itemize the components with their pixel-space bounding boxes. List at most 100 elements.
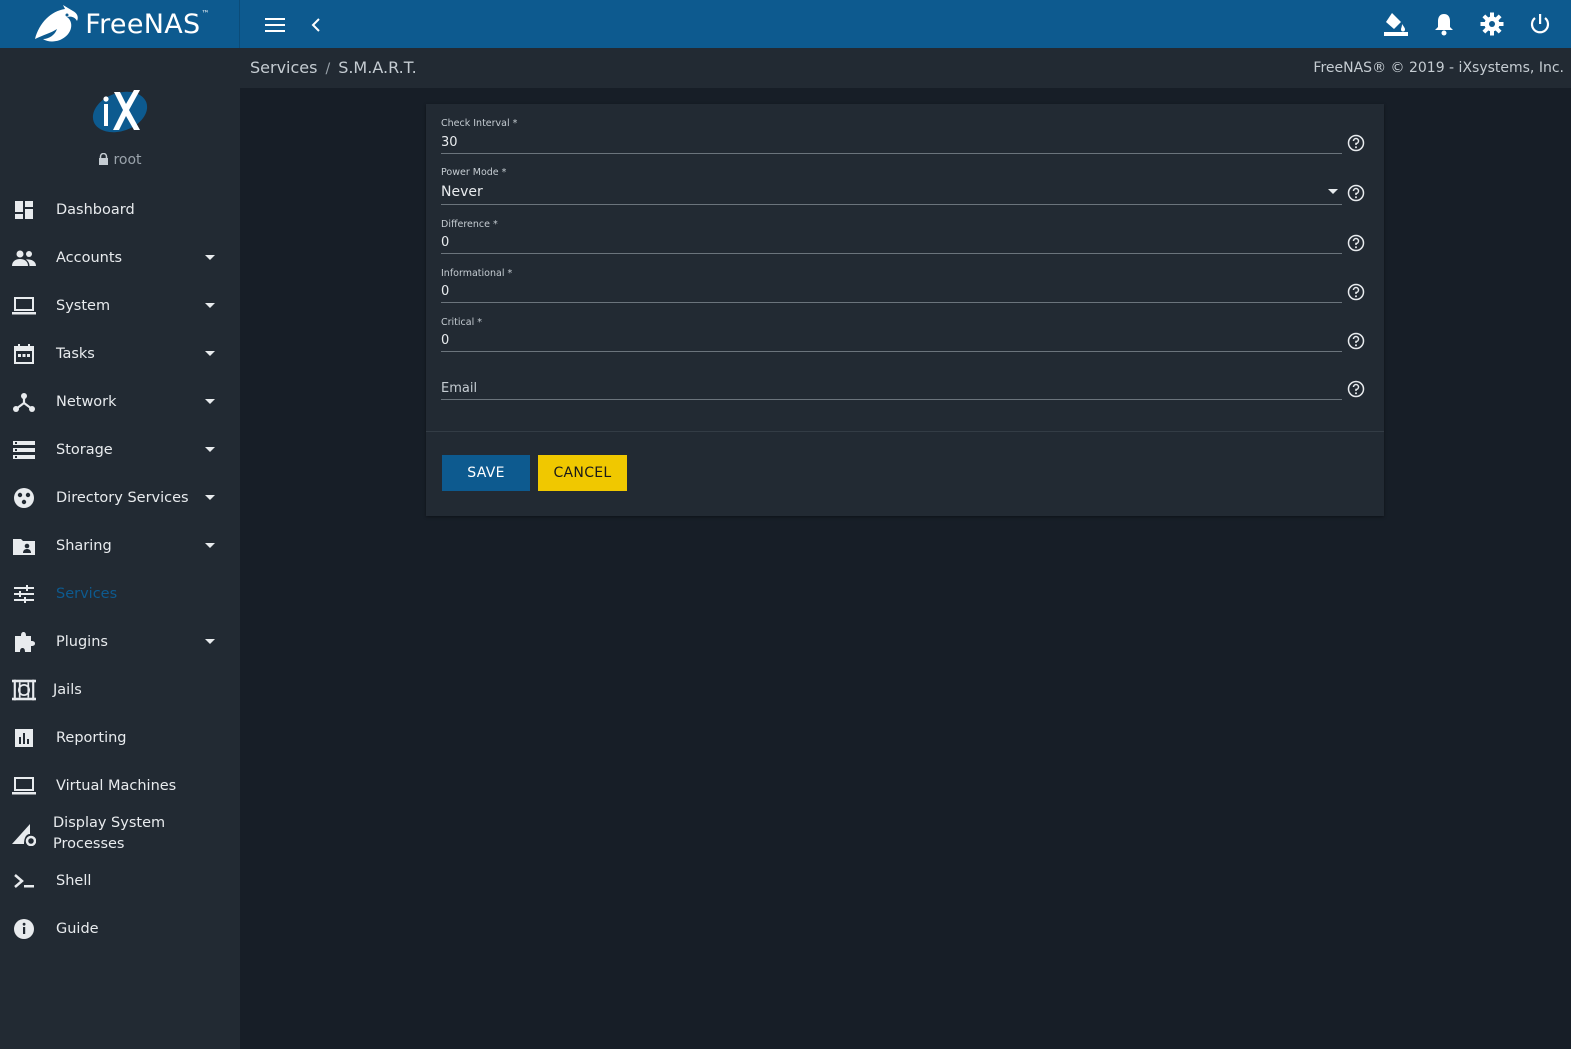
power-mode-select[interactable]: Power Mode * Never [441, 167, 1342, 205]
sidebar-item-directory-services[interactable]: Directory Services [0, 474, 240, 522]
ixsystems-logo-icon [92, 90, 148, 133]
chevron-left-icon[interactable] [304, 12, 328, 38]
caret-down-icon [205, 543, 215, 548]
field-underline [441, 204, 1342, 205]
sidebar-item-jails[interactable]: Jails [0, 666, 240, 714]
user-profile: root [0, 48, 240, 183]
gear-icon[interactable] [1479, 10, 1505, 38]
caret-down-icon [205, 255, 215, 260]
critical-field[interactable]: Critical * 0 [441, 317, 1342, 352]
network-icon [12, 390, 36, 414]
sidebar-item-label: Guide [56, 921, 99, 937]
storage-icon [12, 438, 36, 462]
sidebar-item-label: Reporting [56, 730, 127, 746]
field-underline [441, 153, 1342, 154]
sidebar-item-reporting[interactable]: Reporting [0, 714, 240, 762]
sidebar-item-label: Storage [56, 442, 113, 458]
breadcrumb-separator: / [325, 61, 331, 77]
info-icon [12, 917, 36, 941]
field-underline [441, 302, 1342, 303]
theme-paint-icon[interactable] [1383, 10, 1409, 38]
field-underline [441, 399, 1342, 400]
breadcrumb: Services / S.M.A.R.T. [250, 58, 417, 77]
sidebar-item-sharing[interactable]: Sharing [0, 522, 240, 570]
sidebar-item-network[interactable]: Network [0, 378, 240, 426]
laptop-icon [12, 294, 36, 318]
power-mode-value: Never [441, 184, 483, 200]
smart-settings-card: Check Interval * 30 Power Mode * Never D… [426, 104, 1384, 516]
check-interval-input[interactable]: 30 [441, 135, 458, 150]
sidebar-item-shell[interactable]: Shell [0, 857, 240, 905]
difference-field[interactable]: Difference * 0 [441, 219, 1342, 254]
field-label: Difference * [441, 219, 498, 230]
sidebar-item-storage[interactable]: Storage [0, 426, 240, 474]
sidebar-item-label: Dashboard [56, 202, 135, 218]
informational-field[interactable]: Informational * 0 [441, 268, 1342, 303]
help-icon[interactable] [1347, 380, 1365, 398]
laptop-icon [12, 774, 36, 798]
field-label: Critical * [441, 317, 482, 328]
field-label: Informational * [441, 268, 513, 279]
bell-icon[interactable] [1431, 10, 1457, 38]
caret-down-icon [205, 495, 215, 500]
sidebar-item-system[interactable]: System [0, 282, 240, 330]
sidebar-item-label: Accounts [56, 250, 123, 266]
caret-down-icon [205, 303, 215, 308]
sidebar: root Dashboard Accounts System Tasks Net… [0, 48, 240, 1049]
caret-down-icon [1328, 189, 1338, 194]
menu-icon[interactable] [262, 12, 288, 38]
difference-input[interactable]: 0 [441, 235, 449, 250]
user-label: root [0, 152, 240, 168]
field-label: Check Interval * [441, 118, 518, 129]
sidebar-item-virtual-machines[interactable]: Virtual Machines [0, 762, 240, 810]
jail-icon [12, 678, 36, 702]
brand-logo[interactable]: FreeNAS™ [0, 0, 240, 48]
sidebar-item-accounts[interactable]: Accounts [0, 234, 240, 282]
sidebar-item-dashboard[interactable]: Dashboard [0, 186, 240, 234]
sidebar-item-label: Network [56, 394, 117, 410]
puzzle-icon [12, 630, 36, 654]
breadcrumb-bar: Services / S.M.A.R.T. FreeNAS® © 2019 - iX… [240, 48, 1571, 88]
caret-down-icon [205, 351, 215, 356]
breadcrumb-current: S.M.A.R.T. [338, 58, 417, 77]
sidebar-item-tasks[interactable]: Tasks [0, 330, 240, 378]
dashboard-icon [12, 198, 36, 222]
lock-icon [99, 153, 109, 165]
directory-icon [12, 486, 36, 510]
chart-icon [12, 726, 36, 750]
sidebar-item-label: Virtual Machines [56, 778, 177, 794]
caret-down-icon [205, 399, 215, 404]
terminal-icon [12, 869, 36, 893]
critical-input[interactable]: 0 [441, 333, 449, 348]
caret-down-icon [205, 447, 215, 452]
help-icon[interactable] [1347, 184, 1365, 202]
field-underline [441, 351, 1342, 352]
sidebar-item-services[interactable]: Services [0, 570, 240, 618]
sidebar-item-label: Sharing [56, 538, 112, 554]
save-button[interactable]: SAVE [442, 455, 530, 491]
check-interval-field[interactable]: Check Interval * 30 [441, 118, 1342, 154]
sidebar-item-display-system-processes[interactable]: Display System Processes [0, 808, 240, 860]
cancel-button[interactable]: CANCEL [538, 455, 627, 491]
sidebar-item-label: System [56, 298, 111, 314]
sidebar-item-guide[interactable]: Guide [0, 905, 240, 953]
people-icon [12, 246, 36, 270]
breadcrumb-services-link[interactable]: Services [250, 58, 317, 77]
top-bar: FreeNAS™ [0, 0, 1571, 48]
field-label: Power Mode * [441, 167, 507, 178]
help-icon[interactable] [1347, 234, 1365, 252]
sidebar-item-plugins[interactable]: Plugins [0, 618, 240, 666]
sidebar-item-label: Services [56, 586, 118, 602]
form-divider [426, 431, 1384, 432]
sidebar-item-label: Plugins [56, 634, 108, 650]
email-field[interactable]: Email [441, 366, 1342, 401]
informational-input[interactable]: 0 [441, 284, 449, 299]
copyright-text: FreeNAS® © 2019 - iXsystems, Inc. [1313, 60, 1564, 76]
power-icon[interactable] [1527, 10, 1553, 38]
caret-down-icon [205, 639, 215, 644]
help-icon[interactable] [1347, 332, 1365, 350]
field-underline [441, 253, 1342, 254]
help-icon[interactable] [1347, 134, 1365, 152]
calendar-icon [12, 342, 36, 366]
help-icon[interactable] [1347, 283, 1365, 301]
